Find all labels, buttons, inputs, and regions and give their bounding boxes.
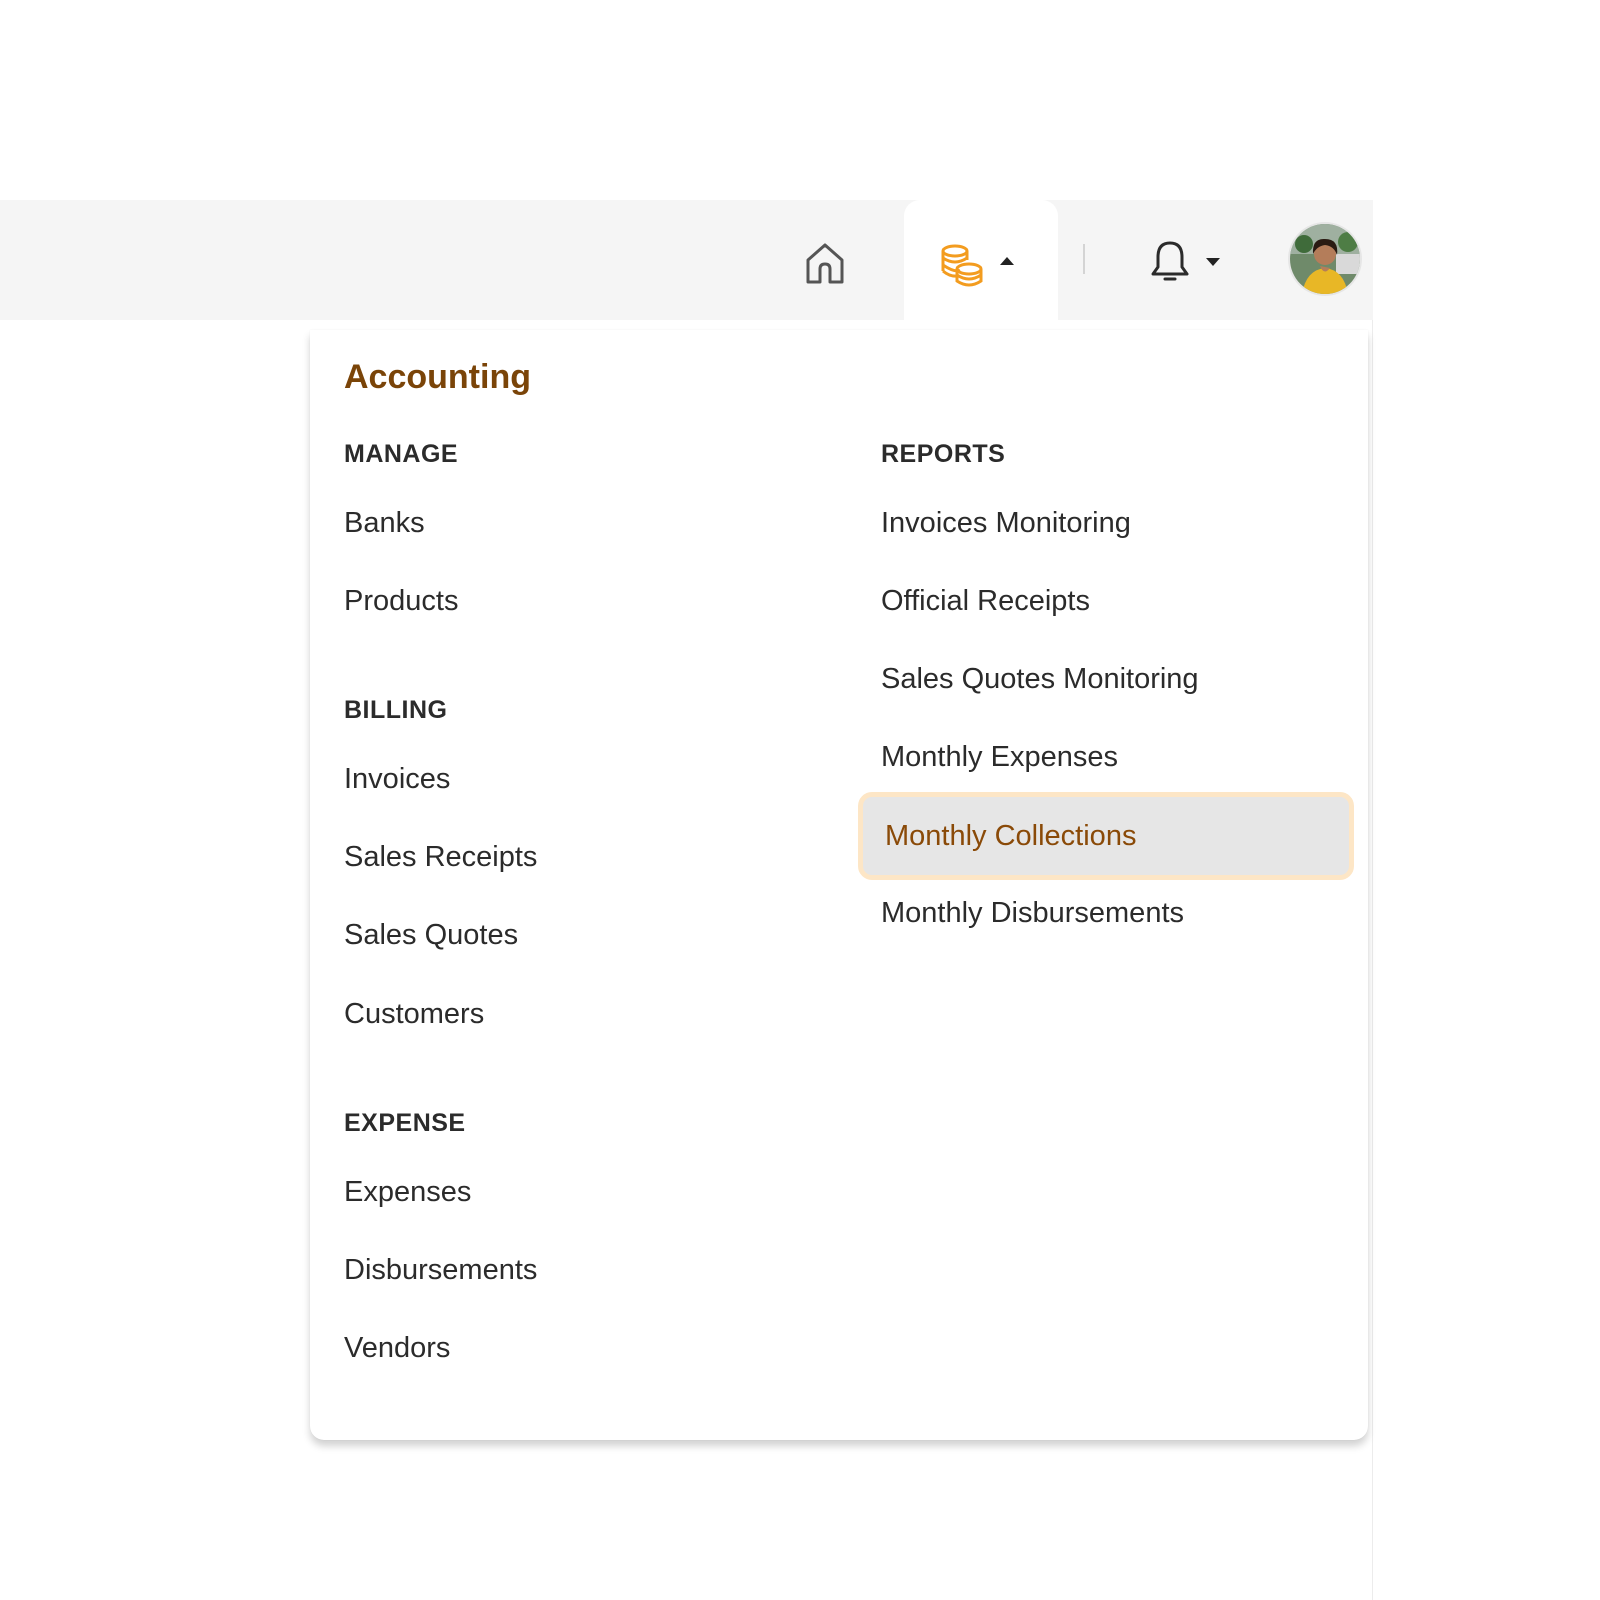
accounting-menu-button[interactable] — [904, 200, 1058, 330]
section-label-reports: REPORTS — [881, 440, 1006, 468]
notifications-button[interactable] — [1148, 232, 1238, 292]
menu-item-official-receipts[interactable]: Official Receipts — [881, 585, 1090, 618]
menu-item-monthly-disbursements[interactable]: Monthly Disbursements — [881, 897, 1184, 930]
menu-item-disbursements[interactable]: Disbursements — [344, 1254, 537, 1287]
avatar-image — [1290, 224, 1360, 294]
coins-icon — [941, 244, 983, 287]
section-label-manage: MANAGE — [344, 440, 459, 468]
section-label-billing: BILLING — [344, 696, 448, 724]
section-label-expense: EXPENSE — [344, 1109, 466, 1137]
home-icon — [806, 243, 844, 284]
menu-item-vendors[interactable]: Vendors — [344, 1332, 450, 1365]
menu-title: Accounting — [344, 358, 531, 396]
nav-divider — [1083, 244, 1085, 274]
menu-item-sales-quotes-monitoring[interactable]: Sales Quotes Monitoring — [881, 663, 1199, 696]
caret-down-icon — [1206, 258, 1220, 266]
menu-item-products[interactable]: Products — [344, 585, 458, 618]
menu-item-invoices[interactable]: Invoices — [344, 763, 450, 796]
menu-item-monthly-collections[interactable]: Monthly Collections — [858, 792, 1354, 880]
page-edge — [1372, 200, 1373, 1600]
caret-up-icon — [1000, 257, 1014, 265]
bell-icon — [1151, 241, 1189, 281]
menu-item-customers[interactable]: Customers — [344, 998, 484, 1031]
menu-item-monthly-expenses[interactable]: Monthly Expenses — [881, 741, 1118, 774]
menu-item-invoices-monitoring[interactable]: Invoices Monitoring — [881, 507, 1131, 540]
accounting-dropdown-menu: Accounting MANAGE Banks Products BILLING… — [310, 330, 1368, 1440]
home-button[interactable] — [797, 235, 853, 291]
user-avatar[interactable] — [1290, 224, 1360, 294]
menu-item-sales-quotes[interactable]: Sales Quotes — [344, 919, 518, 952]
menu-item-expenses[interactable]: Expenses — [344, 1176, 471, 1209]
menu-item-sales-receipts[interactable]: Sales Receipts — [344, 841, 537, 874]
menu-item-banks[interactable]: Banks — [344, 507, 425, 540]
